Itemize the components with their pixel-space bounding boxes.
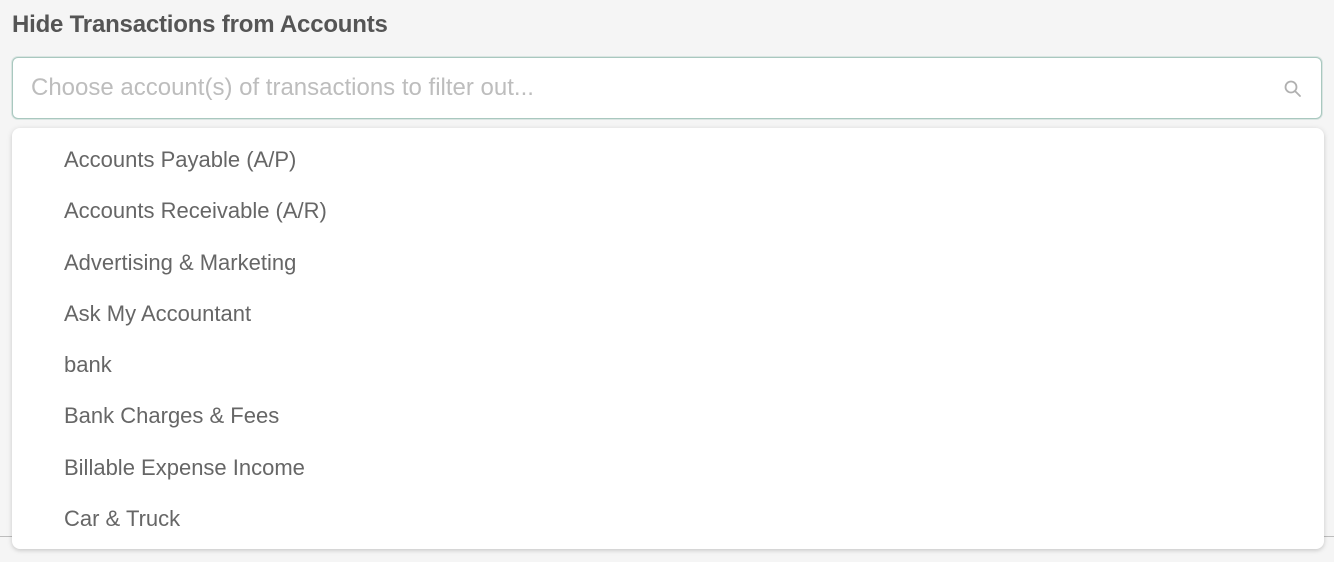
- account-dropdown-menu: Accounts Payable (A/P) Accounts Receivab…: [12, 128, 1324, 549]
- account-option[interactable]: Bank Charges & Fees: [12, 390, 1324, 441]
- account-option[interactable]: Accounts Receivable (A/R): [12, 185, 1324, 236]
- account-options-list: Accounts Payable (A/P) Accounts Receivab…: [12, 128, 1324, 544]
- account-option[interactable]: Ask My Accountant: [12, 288, 1324, 339]
- account-search-field[interactable]: [12, 57, 1322, 119]
- account-option[interactable]: Accounts Payable (A/P): [12, 134, 1324, 185]
- account-option[interactable]: Car & Truck: [12, 493, 1324, 544]
- account-search-input[interactable]: [31, 58, 1271, 118]
- account-filter-panel: Hide Transactions from Accounts Accounts…: [0, 0, 1334, 562]
- account-option[interactable]: bank: [12, 339, 1324, 390]
- search-icon[interactable]: [1283, 79, 1303, 99]
- account-option[interactable]: Advertising & Marketing: [12, 237, 1324, 288]
- account-option[interactable]: Billable Expense Income: [12, 442, 1324, 493]
- section-title: Hide Transactions from Accounts: [12, 11, 388, 38]
